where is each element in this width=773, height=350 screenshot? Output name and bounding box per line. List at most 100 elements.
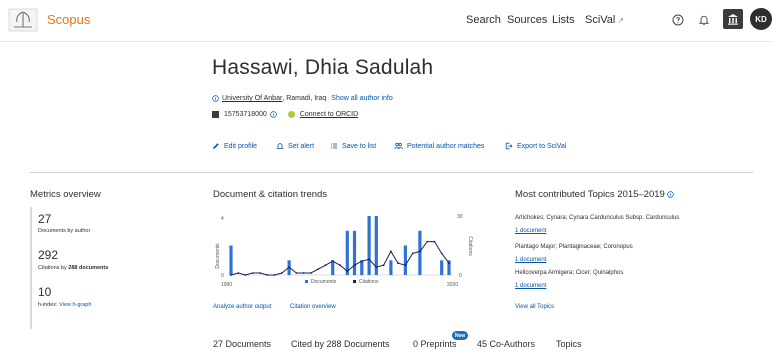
nav-scival[interactable]: SciVal ↗: [585, 14, 624, 26]
metrics-overview-title: Metrics overview: [30, 189, 101, 200]
citations-label-prefix: Citations by: [38, 265, 69, 271]
set-alert-label: Set alert: [288, 142, 315, 150]
author-tabs: 27 Documents Cited by 288 Documents 0 Pr…: [0, 335, 773, 350]
tab-co-authors[interactable]: 45 Co-Authors: [477, 339, 535, 349]
topic-documents-link[interactable]: 1 document: [515, 283, 546, 289]
pencil-icon: [213, 143, 219, 149]
x-tick-start: 1990: [221, 282, 232, 288]
citations-point: [448, 262, 450, 265]
document-citation-chart: Documents Citations 4 0 30 0 1990 2020 D…: [215, 214, 473, 288]
save-to-list-button[interactable]: Save to list: [330, 142, 376, 150]
topic-documents-link[interactable]: 1 document: [515, 228, 546, 234]
citations-point: [353, 264, 356, 267]
citations-point: [324, 264, 327, 267]
citations-point: [281, 272, 283, 274]
potential-author-matches-label: Potential author matches: [407, 142, 485, 150]
citations-point: [390, 250, 392, 253]
citation-overview-link[interactable]: Citation overview: [290, 304, 336, 310]
show-all-author-info-link[interactable]: Show all author info: [331, 95, 392, 102]
trends-title: Document & citation trends: [213, 189, 328, 200]
edit-profile-button[interactable]: Edit profile: [212, 142, 257, 150]
citations-point: [346, 270, 349, 272]
affiliation-location: , Ramadi, Iraq: [282, 95, 327, 102]
topic-name: Helicoverpa Armigera; Cicer; Quinalphos: [515, 270, 624, 276]
external-link-icon: ↗: [617, 16, 625, 25]
documents-count: 27: [38, 212, 52, 226]
citations-point: [259, 272, 261, 274]
list-icon: [331, 143, 337, 149]
top-bar: Scopus Search Sources Lists SciVal ↗ KD: [0, 0, 773, 42]
y2-axis-label: Citations: [467, 236, 473, 256]
view-all-topics-link[interactable]: View all Topics: [515, 304, 554, 310]
citations-point: [288, 266, 290, 268]
nav-lists[interactable]: Lists: [552, 14, 575, 26]
topic-name: Plantago Major; Plantaginaceae; Coronopu…: [515, 244, 633, 250]
y-tick-bottom: 0: [221, 273, 224, 279]
affiliation-link[interactable]: University Of Anbar: [222, 95, 282, 102]
citations-point: [433, 240, 436, 243]
nav-search[interactable]: Search: [466, 14, 501, 26]
citations-point: [375, 266, 378, 268]
legend-documents-label: Documents: [311, 279, 337, 285]
author-id: 15753718000: [224, 111, 267, 118]
citations-point: [411, 252, 414, 255]
citations-point: [397, 262, 399, 265]
topic-documents-link[interactable]: 1 document: [515, 257, 546, 263]
tab-preprints[interactable]: 0 Preprints: [413, 339, 457, 349]
info-icon: [212, 95, 219, 102]
tab-topics[interactable]: Topics: [556, 339, 582, 349]
save-to-list-label: Save to list: [342, 142, 377, 150]
citations-point: [266, 274, 269, 276]
citations-point: [273, 274, 276, 276]
citations-point: [237, 272, 240, 274]
citations-point: [251, 272, 254, 274]
documents-bar: [331, 260, 335, 276]
h-index-label: h-index:: [38, 302, 58, 308]
analyze-author-output-link[interactable]: Analyze author output: [213, 304, 271, 310]
institution-button[interactable]: [723, 9, 743, 29]
citations-point: [244, 274, 247, 276]
topics-title: Most contributed Topics 2015–2019: [515, 189, 675, 200]
user-avatar[interactable]: KD: [750, 8, 772, 30]
legend-documents-swatch: [305, 280, 308, 283]
citations-point: [440, 252, 443, 255]
citations-point: [426, 240, 429, 243]
new-badge: New: [452, 331, 468, 340]
elsevier-logo-icon[interactable]: [8, 8, 38, 32]
set-alert-button[interactable]: Set alert: [276, 142, 314, 150]
export-to-scival-label: Export to SciVal: [517, 142, 567, 150]
chart-marks: [228, 216, 452, 276]
view-h-graph-link[interactable]: View h-graph: [59, 302, 91, 308]
author-name: Hassawi, Dhia Sadulah: [212, 56, 434, 79]
citations-line: [230, 241, 450, 276]
citations-point: [419, 250, 421, 253]
documents-bar: [389, 260, 393, 276]
nav-scival-label: SciVal: [585, 14, 616, 26]
documents-bar: [403, 245, 407, 275]
citations-point: [360, 260, 363, 263]
help-icon[interactable]: [668, 10, 688, 30]
citations-label: Citations by 288 documents: [38, 265, 108, 271]
citations-point: [230, 274, 232, 276]
export-icon: [505, 142, 513, 150]
documents-bar: [360, 260, 364, 276]
citations-point: [404, 264, 407, 267]
citations-point: [317, 268, 320, 270]
topics-info-icon[interactable]: [667, 191, 675, 198]
connect-orcid-link[interactable]: Connect to ORCID: [300, 111, 358, 118]
tab-cited-by[interactable]: Cited by 288 Documents: [291, 339, 390, 349]
nav-sources[interactable]: Sources: [507, 14, 547, 26]
author-id-info-icon[interactable]: [270, 111, 277, 118]
documents-bar: [229, 245, 233, 275]
citations-point: [339, 264, 341, 267]
export-to-scival-button[interactable]: Export to SciVal: [505, 142, 566, 150]
y2-tick-top: 30: [457, 214, 463, 220]
tab-documents[interactable]: 27 Documents: [213, 339, 271, 349]
documents-bar: [352, 230, 357, 276]
h-index-value: 10: [38, 285, 52, 299]
potential-author-matches-button[interactable]: Potential author matches: [394, 142, 484, 150]
scopus-logo-text[interactable]: Scopus: [47, 12, 90, 27]
users-icon: [394, 142, 403, 150]
bell-icon[interactable]: [694, 10, 714, 30]
x-tick-end: 2020: [447, 282, 458, 288]
